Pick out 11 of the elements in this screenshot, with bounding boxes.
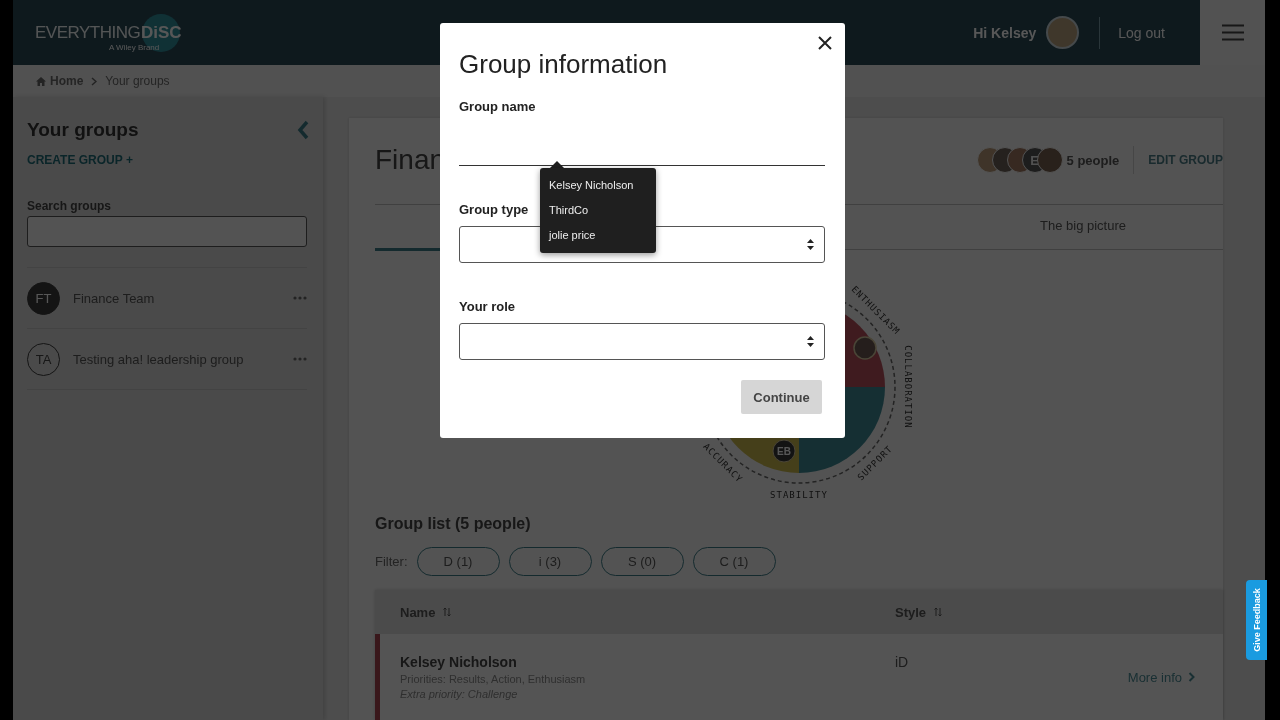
style-label: STABILITY (770, 489, 828, 500)
sidebar-title: Your groups (27, 119, 139, 141)
style-label: COLLABORATION (902, 345, 913, 429)
field-label: Group type (459, 202, 529, 217)
field-label: Your role (459, 299, 516, 314)
person-name: Kelsey Nicholson (400, 654, 518, 670)
field-label: Group name (459, 99, 536, 114)
group-initials: FT (27, 281, 60, 315)
greeting: Hi Kelsey (973, 24, 1037, 41)
group-list-title: Group list (5 people) (375, 515, 532, 533)
dialog-title: Group information (459, 49, 669, 80)
